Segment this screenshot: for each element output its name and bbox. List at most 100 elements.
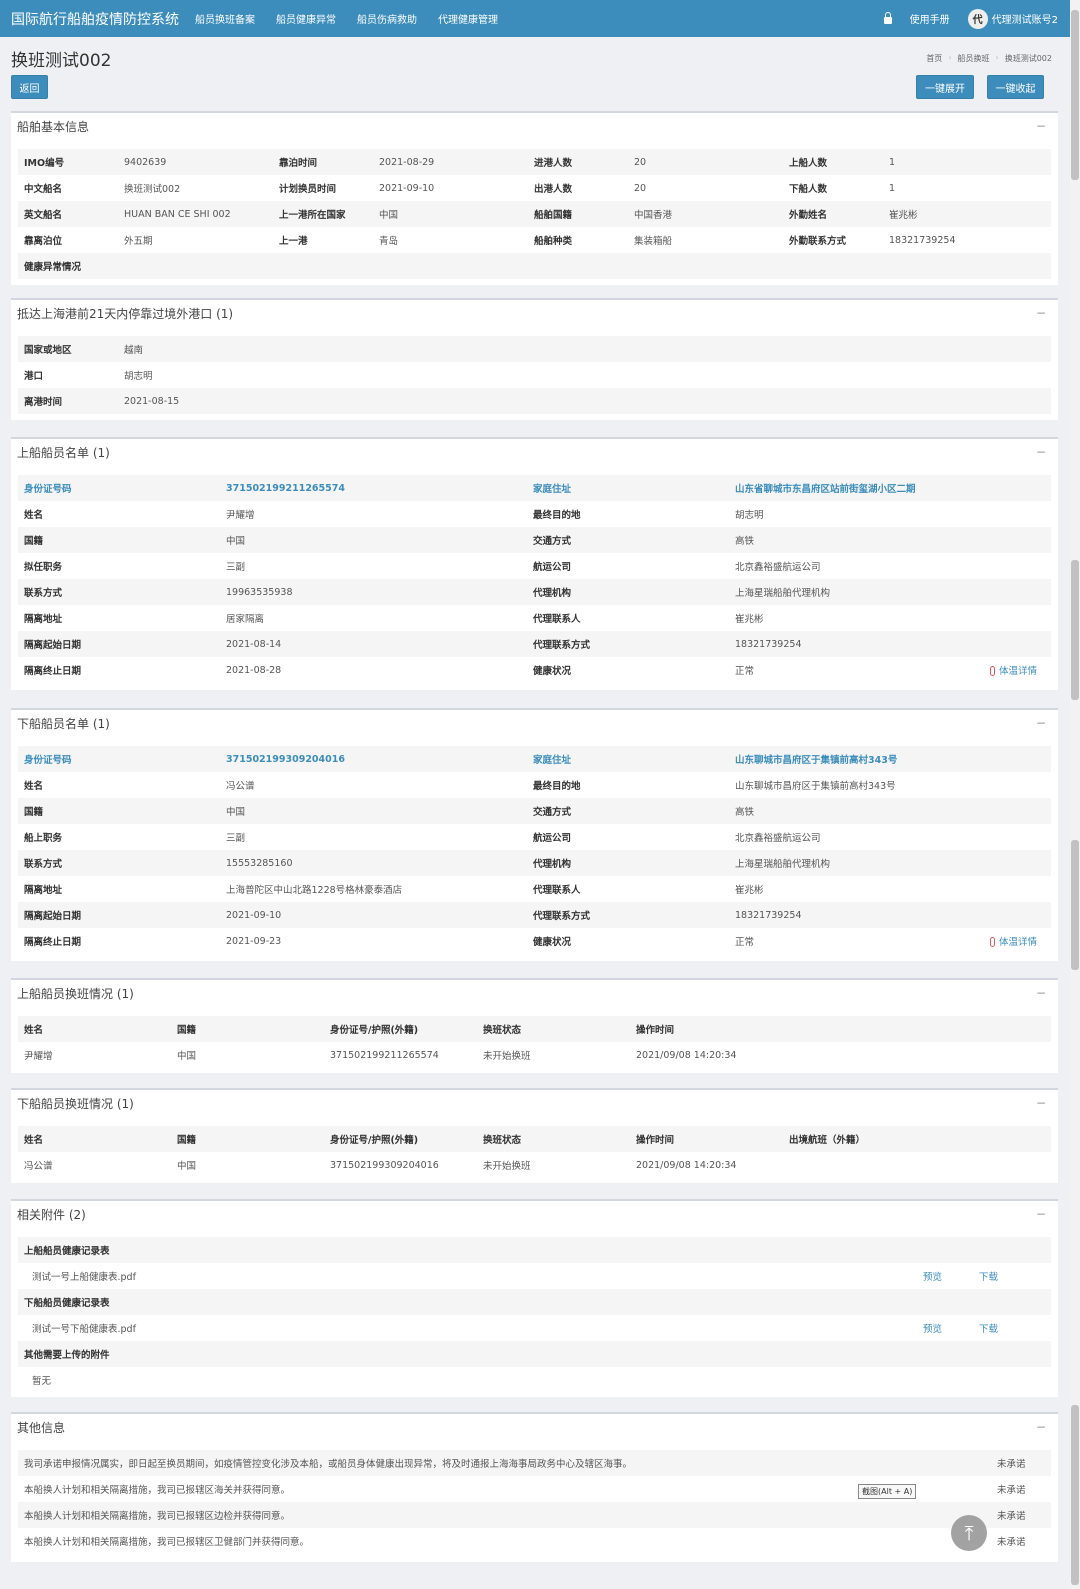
field-label: 航运公司 (533, 833, 572, 844)
field-label: 出港人数 (534, 184, 573, 195)
panel-title: 上船船员换班情况 (1) (17, 987, 134, 1001)
commitment-status: 未承诺 (997, 1537, 1026, 1548)
field-label: 船舶种类 (534, 236, 573, 247)
field-value: 崔兆彬 (735, 614, 764, 625)
back-button[interactable]: 返回 (11, 75, 48, 99)
temperature-detail-link[interactable]: 体温详情 (967, 663, 1037, 677)
field-label: 健康状况 (533, 937, 572, 948)
column-header: 国籍 (177, 1135, 197, 1146)
commitment-text: 我司承诺申报情况属实，即日起至换员期间，如疫情管控变化涉及本船，或船员身体健康出… (24, 1459, 633, 1470)
leave-change-panel: 下船船员换班情况 (1) − 姓名 国籍 身份证号/护照(外籍) 换班状态 操作时间 出境… (11, 1088, 1058, 1183)
address-value[interactable]: 山东聊城市昌府区于集镇前高村343号 (731, 752, 1031, 766)
preview-link[interactable]: 预览 (923, 1321, 979, 1335)
breadcrumb-home[interactable]: 首页 (926, 53, 942, 64)
thermometer-icon (989, 666, 995, 676)
panel-title: 相关附件 (2) (17, 1208, 86, 1222)
preview-link[interactable]: 预览 (923, 1269, 979, 1283)
table-row: 隔离地址 居家隔离 代理联系人 崔兆彬 (18, 605, 1051, 631)
scrollbar-thumb[interactable] (1071, 10, 1079, 180)
nav-injury-rescue[interactable]: 船员伤病救助 (357, 11, 417, 26)
attachment-group-label: 上船船员健康记录表 (24, 1246, 110, 1257)
user-menu[interactable]: 代 代理测试账号2 (967, 8, 1058, 29)
temperature-detail-label: 体温详情 (998, 666, 1037, 677)
vertical-scrollbar[interactable] (1070, 0, 1080, 1589)
scrollbar-thumb[interactable] (1071, 1405, 1079, 1585)
field-label: 隔离地址 (24, 614, 63, 625)
commitment-text: 本船换人计划和相关隔离措施，我司已报辖区边检并获得同意。 (24, 1511, 291, 1522)
field-value: 北京鑫裕盛航运公司 (735, 562, 821, 573)
field-value: 上海普陀区中山北路1228号格林豪泰酒店 (226, 885, 403, 896)
thermometer-icon (989, 937, 995, 947)
field-label: 国家或地区 (24, 345, 72, 356)
address-label[interactable]: 家庭住址 (527, 752, 731, 766)
collapse-icon[interactable]: − (1036, 119, 1046, 133)
breadcrumb-crew-change[interactable]: 船员换班 (958, 53, 990, 64)
field-label: 健康异常情况 (24, 262, 82, 273)
field-label: 隔离起始日期 (24, 640, 82, 651)
attachments-panel: 相关附件 (2) − 上船船员健康记录表 测试一号上船健康表.pdf 预览 下载 下船船… (11, 1199, 1058, 1397)
field-label: 姓名 (24, 781, 44, 792)
field-label: 上一港 (279, 236, 308, 247)
table-row: 姓名 国籍 身份证号/护照(外籍) 换班状态 操作时间 (18, 1016, 1051, 1042)
field-value: 三副 (226, 562, 246, 573)
attachment-file-name: 暂无 (32, 1376, 52, 1387)
table-row: 姓名 冯公谱 最终目的地 山东聊城市昌府区于集镇前高村343号 (18, 772, 1051, 798)
app-title[interactable]: 国际航行船舶疫情防控系统 (0, 9, 195, 29)
field-label: 外勤姓名 (789, 210, 828, 221)
field-label: 离港时间 (24, 397, 63, 408)
table-row: 隔离终止日期 2021-09-23 健康状况 正常 体温详情 (18, 928, 1051, 954)
collapse-icon[interactable]: − (1036, 986, 1046, 1000)
field-value: 15553285160 (226, 857, 293, 869)
scrollbar-thumb[interactable] (1071, 560, 1079, 700)
screenshot-tooltip: 截图(Alt + A) (858, 1484, 917, 1499)
table-row: 上船船员健康记录表 (18, 1237, 1051, 1263)
download-link[interactable]: 下载 (979, 1321, 1019, 1335)
table-row: 联系方式 15553285160 代理机构 上海星瑞船舶代理机构 (18, 850, 1051, 876)
collapse-icon[interactable]: − (1036, 306, 1046, 320)
id-value[interactable]: 371502199211265574 (222, 483, 527, 494)
temperature-detail-label: 体温详情 (998, 937, 1037, 948)
table-row: 下船船员健康记录表 (18, 1289, 1051, 1315)
field-value: 正常 (735, 666, 755, 677)
field-value: 崔兆彬 (889, 210, 918, 221)
field-label: 代理联系方式 (533, 640, 591, 651)
table-row: 国籍 中国 交通方式 高铁 (18, 527, 1051, 553)
field-value: 18321739254 (735, 909, 802, 921)
nav-health-abnormal[interactable]: 船员健康异常 (276, 11, 336, 26)
collapse-icon[interactable]: − (1036, 445, 1046, 459)
temperature-detail-link[interactable]: 体温详情 (967, 934, 1037, 948)
nav-crew-change[interactable]: 船员换班备案 (195, 11, 255, 26)
panel-title: 下船船员换班情况 (1) (17, 1097, 134, 1111)
ship-info-panel: 船舶基本信息 − IMO编号 9402639 靠泊时间 2021-08-29 进港人数 2… (11, 111, 1058, 285)
expand-all-button[interactable]: 一键展开 (916, 75, 974, 99)
attachment-file-name: 测试一号下船健康表.pdf (32, 1324, 136, 1335)
commitment-text: 本船换人计划和相关隔离措施，我司已报辖区卫健部门并获得同意。 (24, 1537, 310, 1548)
field-label: 船上职务 (24, 833, 63, 844)
table-cell: 中国 (177, 1051, 197, 1062)
collapse-icon[interactable]: − (1036, 1096, 1046, 1110)
collapse-icon[interactable]: − (1036, 1420, 1046, 1434)
lock-icon[interactable] (883, 12, 892, 24)
field-label: 联系方式 (24, 588, 63, 599)
download-link[interactable]: 下载 (979, 1269, 1019, 1283)
username: 代理测试账号2 (991, 15, 1058, 26)
collapse-icon[interactable]: − (1036, 1207, 1046, 1221)
nav-agent-health[interactable]: 代理健康管理 (438, 11, 498, 26)
id-label[interactable]: 身份证号码 (18, 752, 222, 766)
panel-title: 下船船员名单 (1) (17, 717, 110, 731)
id-label[interactable]: 身份证号码 (18, 481, 222, 495)
address-label[interactable]: 家庭住址 (527, 481, 731, 495)
field-value: 2021-09-10 (226, 909, 282, 921)
address-value[interactable]: 山东省聊城市东昌府区站前街玺湖小区二期 (731, 481, 1031, 495)
column-header: 身份证号/护照(外籍) (330, 1135, 419, 1146)
manual-link[interactable]: 使用手册 (910, 11, 950, 26)
back-to-top-button[interactable]: ⤒ (951, 1515, 987, 1551)
field-value: 三副 (226, 833, 246, 844)
id-value[interactable]: 371502199309204016 (222, 754, 527, 765)
panel-title: 抵达上海港前21天内停靠过境外港口 (1) (17, 307, 234, 321)
collapse-icon[interactable]: − (1036, 716, 1046, 730)
table-row: 姓名 尹耀增 最终目的地 胡志明 (18, 501, 1051, 527)
scrollbar-thumb[interactable] (1071, 840, 1079, 970)
collapse-all-button[interactable]: 一键收起 (987, 75, 1044, 99)
table-row: 船上职务 三副 航运公司 北京鑫裕盛航运公司 (18, 824, 1051, 850)
